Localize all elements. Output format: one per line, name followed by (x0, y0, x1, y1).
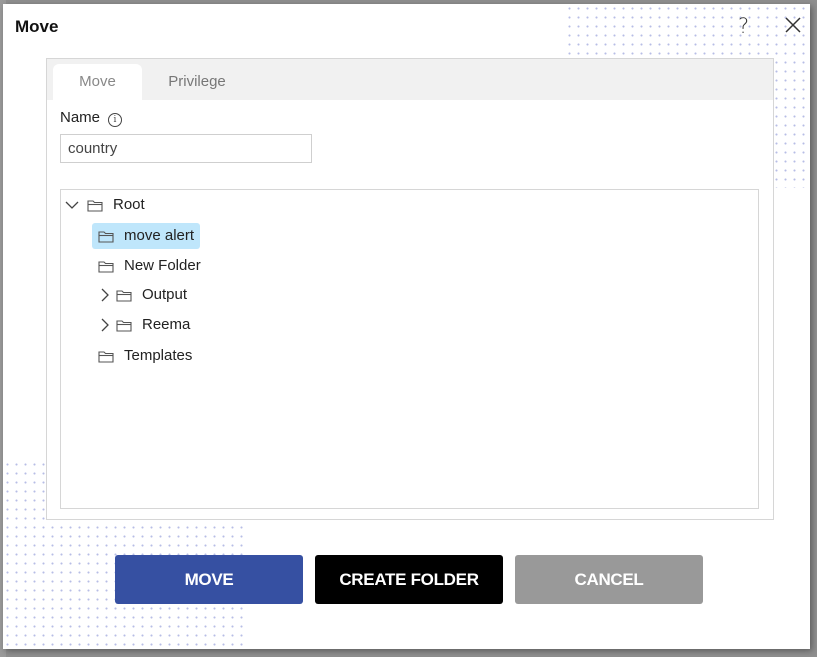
tree-node-label: Output (142, 286, 188, 303)
folder-tree: Root move alert New Folder Output Reema … (60, 189, 759, 509)
help-button[interactable]: ? (738, 14, 749, 38)
folder-icon (98, 260, 114, 273)
tree-node-templates[interactable]: Templates (92, 343, 198, 369)
tree-node-output[interactable]: Output (112, 282, 191, 308)
tree-node-reema[interactable]: Reema (112, 312, 194, 338)
tree-node-root[interactable]: Root (83, 192, 149, 218)
tree-node-label: Root (113, 196, 145, 213)
chevron-right-icon[interactable] (100, 288, 109, 302)
question-mark-icon: ? (738, 14, 750, 38)
folder-icon (87, 199, 103, 212)
move-dialog: Move ? Move Privilege Name i Root (3, 4, 810, 649)
tree-node-label: New Folder (124, 257, 201, 274)
tree-node-move-alert[interactable]: move alert (92, 223, 201, 249)
folder-icon (116, 289, 132, 302)
tree-node-label: Templates (124, 347, 193, 364)
close-button[interactable] (783, 15, 803, 35)
info-icon[interactable]: i (108, 113, 122, 127)
folder-icon (98, 350, 114, 363)
move-panel: Move Privilege Name i Root move (46, 58, 774, 520)
tree-node-new-folder[interactable]: New Folder (92, 253, 207, 279)
close-x-icon (785, 17, 801, 33)
name-input[interactable] (60, 134, 312, 163)
dialog-title: Move (15, 17, 59, 36)
folder-icon (116, 319, 132, 332)
move-button[interactable]: MOVE (115, 555, 303, 604)
cancel-button[interactable]: CANCEL (515, 555, 703, 604)
tree-node-label: move alert (124, 227, 195, 244)
chevron-down-icon[interactable] (65, 200, 79, 210)
tab-bar: Move Privilege (47, 59, 773, 100)
tab-move[interactable]: Move (53, 64, 142, 100)
chevron-right-icon[interactable] (100, 318, 109, 332)
create-folder-button[interactable]: CREATE FOLDER (315, 555, 503, 604)
folder-icon (98, 230, 114, 243)
tree-node-label: Reema (142, 316, 191, 333)
tab-privilege[interactable]: Privilege (147, 64, 247, 100)
name-label: Name (60, 109, 101, 126)
